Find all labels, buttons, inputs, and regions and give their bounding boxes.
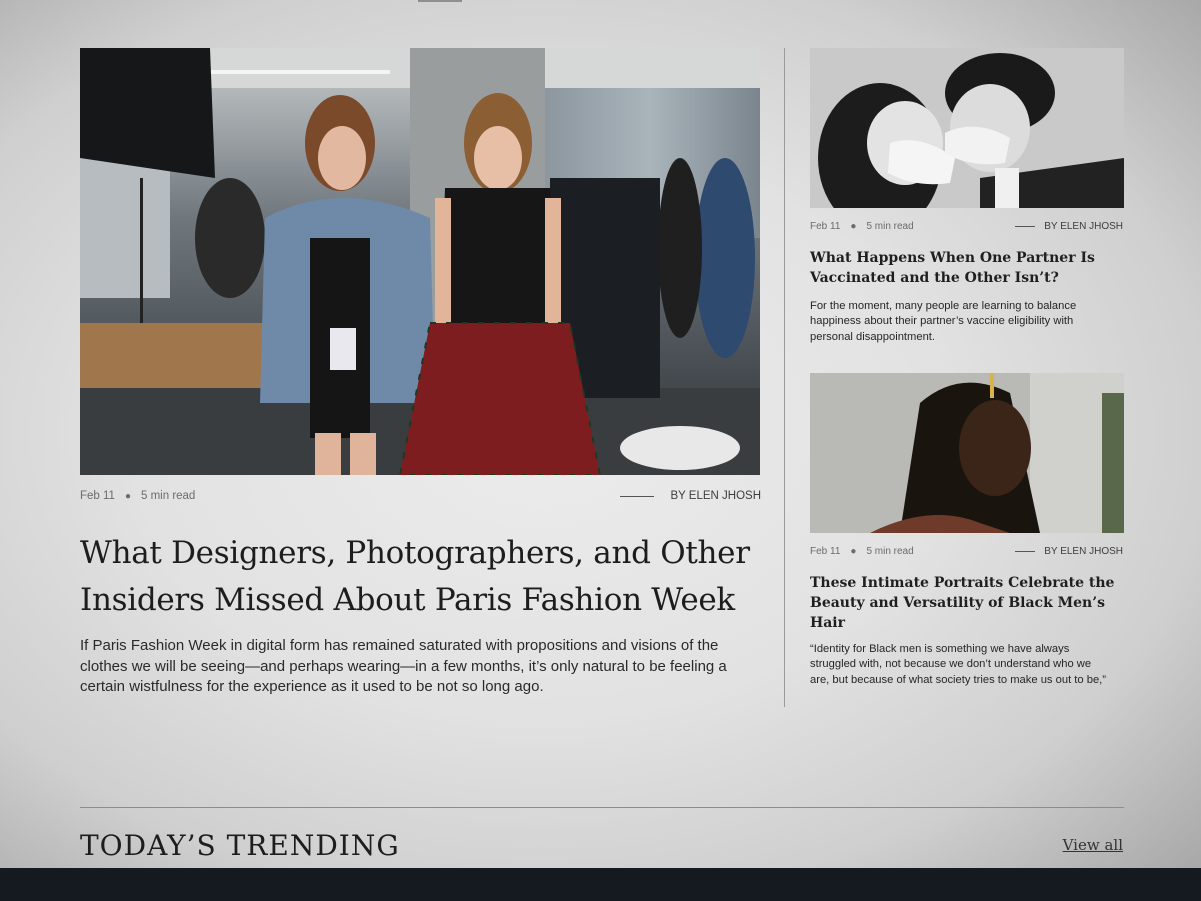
author-rule [620,495,655,497]
side-article-meta-1: Feb 11 ● 5 min read BY ELEN JHOSH [810,221,1123,232]
section-divider [80,807,1124,808]
article-author[interactable]: BY ELEN JHOSH [1015,546,1123,557]
read-time: 5 min read [866,546,914,557]
article-author[interactable]: BY ELEN JHOSH [1015,221,1123,232]
author-rule [1015,551,1036,552]
separator-dot: ● [850,546,857,557]
author-name: BY ELEN JHOSH [670,490,761,502]
side-article-title-2[interactable]: These Intimate Portraits Celebrate the B… [810,573,1124,633]
article-date: Feb 11 [80,490,115,502]
side-article-meta-2: Feb 11 ● 5 min read BY ELEN JHOSH [810,546,1123,557]
author-rule [1015,226,1036,227]
side-article-image-2[interactable] [810,373,1124,533]
view-all-link[interactable]: View all [1063,836,1123,854]
side-article-excerpt-1: For the moment, many people are learning… [810,300,1077,343]
separator-dot: ● [124,490,131,502]
side-article-image-1[interactable] [810,48,1124,208]
author-name: BY ELEN JHOSH [1044,221,1123,232]
trending-section-title: TODAY’S TRENDING [80,829,400,862]
article-date: Feb 11 [810,546,841,557]
article-date: Feb 11 [810,221,841,232]
read-time: 5 min read [866,221,914,232]
featured-article-meta: Feb 11 ● 5 min read BY ELEN JHOSH [80,490,761,502]
top-tab-indicator [418,0,462,2]
featured-article-excerpt: If Paris Fashion Week in digital form ha… [80,637,727,695]
side-article-title-1[interactable]: What Happens When One Partner Is Vaccina… [810,248,1124,288]
featured-article-title[interactable]: What Designers, Photographers, and Other… [80,530,780,624]
author-name: BY ELEN JHOSH [1044,546,1123,557]
footer-bar [0,868,1201,901]
side-article-excerpt-2: “Identity for Black men is something we … [810,643,1107,686]
column-divider [784,48,785,707]
article-author[interactable]: BY ELEN JHOSH [620,490,761,502]
read-time: 5 min read [141,490,196,502]
featured-article-image[interactable] [80,48,760,475]
separator-dot: ● [850,221,857,232]
